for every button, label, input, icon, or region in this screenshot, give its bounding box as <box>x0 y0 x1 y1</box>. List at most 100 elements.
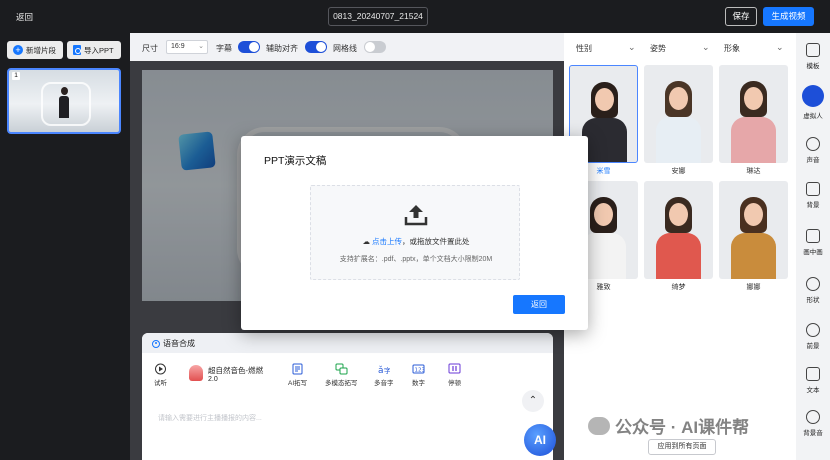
tab-tts[interactable]: 语音合成 <box>152 338 195 349</box>
cloud-upload-icon: ☁ <box>362 237 370 246</box>
side-item-shape[interactable]: 形状 <box>796 277 830 304</box>
svg-text:ǎ: ǎ <box>378 366 384 375</box>
side-menu: 模板 虚拟人 声音 背景 画中画 形状 前景 文本 背景音 <box>796 33 830 460</box>
pause-button[interactable]: 停顿 <box>448 363 461 387</box>
add-segment-button[interactable]: + 新增片段 <box>7 41 63 59</box>
top-bar: 返回 0813_20240707_21524 保存 生成视频 <box>0 0 830 33</box>
watermark: 公众号 · AI课件帮 <box>588 413 749 438</box>
side-item-label: 模板 <box>806 63 820 70</box>
grid-label: 网格线 <box>333 44 357 53</box>
upload-instruction: ☁ 点击上传，或拖放文件置此处 <box>311 236 521 247</box>
ai-expand-icon <box>292 363 303 375</box>
side-item-label: 背景 <box>806 202 820 209</box>
play-icon <box>155 363 166 375</box>
tts-tab-label: 语音合成 <box>163 339 195 348</box>
avatar-name: 娜娜 <box>746 284 761 291</box>
background-icon <box>806 182 820 196</box>
side-item-text[interactable]: 文本 <box>796 367 830 394</box>
align-label: 辅助对齐 <box>266 44 298 53</box>
upload-formats: 支持扩展名：.pdf、.pptx，单个文档大小限制20M <box>339 256 493 263</box>
pose-filter[interactable]: 姿势 ⌄ <box>650 42 710 54</box>
side-item-label: 前景 <box>806 343 820 350</box>
gender-filter-label: 性别 <box>576 44 592 53</box>
side-item-label: 形状 <box>806 297 820 304</box>
side-item-label: 文本 <box>806 387 820 394</box>
avatar-icon <box>802 85 824 107</box>
tts-header: 语音合成 <box>142 333 553 353</box>
shape-icon <box>806 277 820 291</box>
avatar-name: 琳达 <box>746 168 761 175</box>
music-icon <box>806 410 820 424</box>
apply-to-all-button[interactable]: 应用到所有页面 <box>648 439 716 455</box>
side-item-label: 虚拟人 <box>803 113 823 120</box>
chevron-down-icon: ⌄ <box>198 43 204 50</box>
ai-expand-label: AI拓写 <box>288 380 308 387</box>
side-item-template[interactable]: 模板 <box>796 43 830 70</box>
ratio-select[interactable]: 16:9 ⌄ <box>166 40 208 54</box>
add-segment-label: 新增片段 <box>26 45 56 55</box>
ratio-value: 16:9 <box>171 43 185 50</box>
avatar-card-qimeng[interactable] <box>644 181 713 279</box>
save-button[interactable]: 保存 <box>725 7 757 26</box>
collapse-button[interactable]: ⌃ <box>522 390 544 412</box>
tts-panel: 语音合成 试听 超自然音色-燃燃 2.0 AI拓写 多模态拓写 ǎ字 多音字 1… <box>142 333 553 460</box>
generate-video-button[interactable]: 生成视频 <box>763 7 814 26</box>
avatar-card-nana[interactable] <box>719 181 788 279</box>
polyphone-icon: ǎ字 <box>378 366 390 375</box>
upload-icon <box>404 205 428 226</box>
avatar-card-anna[interactable] <box>644 65 713 163</box>
voice-avatar-icon <box>189 365 203 381</box>
ppt-import-modal: PPT演示文稿 ☁ 点击上传，或拖放文件置此处 支持扩展名：.pdf、.pptx… <box>241 136 588 330</box>
gender-filter[interactable]: 性别 ⌄ <box>576 42 636 54</box>
polyphone-label: 多音字 <box>374 380 394 387</box>
upload-dropzone[interactable]: ☁ 点击上传，或拖放文件置此处 支持扩展名：.pdf、.pptx，单个文档大小限… <box>310 185 520 280</box>
click-upload-link[interactable]: 点击上传 <box>372 237 402 246</box>
side-item-background[interactable]: 背景 <box>796 182 830 209</box>
thumbnail-avatar <box>59 87 69 127</box>
side-item-pip[interactable]: 画中画 <box>796 229 830 256</box>
preview-button[interactable]: 试听 <box>154 363 167 387</box>
avatar-card-linda[interactable] <box>719 65 788 163</box>
polyphone-button[interactable]: ǎ字 多音字 <box>374 363 394 387</box>
size-label: 尺寸 <box>142 44 158 53</box>
foreground-icon <box>806 323 820 337</box>
tts-toolbar: 试听 超自然音色-燃燃 2.0 AI拓写 多模态拓写 ǎ字 多音字 123 数字… <box>142 363 553 412</box>
avatar-panel: 性别 ⌄ 姿势 ⌄ 形象 ⌄ 米雪 安娜 琳达 雅致 绮梦 娜娜 公众号 · A… <box>564 33 796 460</box>
chevron-up-icon: ⌃ <box>528 395 538 406</box>
voice-name: 超自然音色-燃燃 <box>208 366 263 375</box>
preview-label: 试听 <box>154 380 167 387</box>
side-item-avatar[interactable]: 虚拟人 <box>796 85 830 120</box>
side-item-foreground[interactable]: 前景 <box>796 323 830 350</box>
wechat-icon <box>588 416 610 435</box>
return-button[interactable]: 返回 <box>513 295 565 314</box>
grid-toggle[interactable] <box>364 41 386 53</box>
pause-label: 停顿 <box>448 380 461 387</box>
template-icon <box>806 43 820 57</box>
ai-assistant-button[interactable]: AI <box>524 424 556 456</box>
import-ppt-button[interactable]: 导入PPT <box>67 41 121 59</box>
back-link[interactable]: 返回 <box>16 11 33 23</box>
ai-expand-button[interactable]: AI拓写 <box>288 363 307 387</box>
number-icon: 123 <box>412 364 425 374</box>
project-filename[interactable]: 0813_20240707_21524 <box>328 7 428 26</box>
side-item-label: 声音 <box>806 157 820 164</box>
modal-title: PPT演示文稿 <box>264 155 327 167</box>
tts-tab-icon <box>152 339 160 348</box>
voice-version: 2.0 <box>208 376 218 383</box>
svg-text:字: 字 <box>384 366 390 375</box>
side-item-sound[interactable]: 声音 <box>796 137 830 164</box>
upload-hint: ，或拖放文件置此处 <box>402 237 470 246</box>
plus-icon: + <box>13 45 23 55</box>
side-item-music[interactable]: 背景音 <box>796 410 830 437</box>
slide-thumbnail[interactable]: 1 <box>7 68 121 134</box>
multimodal-expand-button[interactable]: 多模态拓写 <box>325 363 358 387</box>
pose-filter-label: 姿势 <box>650 44 666 53</box>
sound-icon <box>806 137 820 151</box>
multimodal-label: 多模态拓写 <box>325 380 358 387</box>
subtitle-toggle[interactable] <box>238 41 260 53</box>
align-toggle[interactable] <box>305 41 327 53</box>
tts-text-input[interactable]: 请输入需要进行主播播报的内容... <box>158 413 262 423</box>
appearance-filter[interactable]: 形象 ⌄ <box>724 42 784 54</box>
import-ppt-label: 导入PPT <box>84 45 114 55</box>
number-button[interactable]: 123 数字 <box>412 363 425 387</box>
